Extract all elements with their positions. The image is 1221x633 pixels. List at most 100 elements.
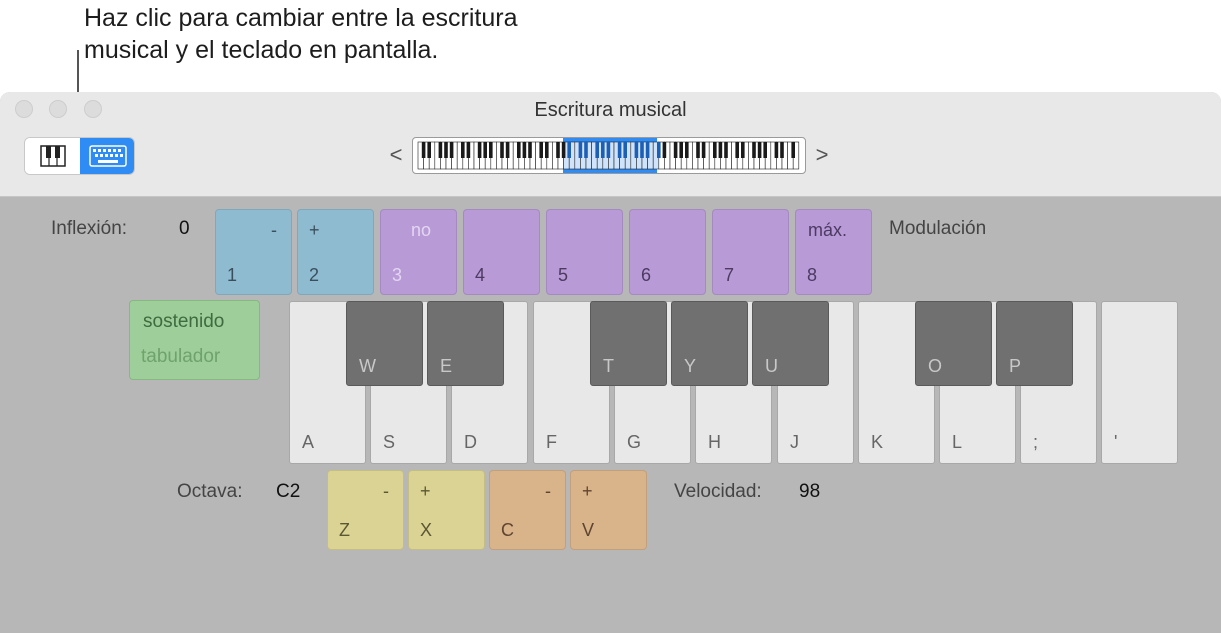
key-label: T [603, 356, 614, 376]
piano-keyboard-mode-button[interactable] [25, 138, 80, 174]
mini-black-key [595, 142, 599, 158]
pad-top-label: + [582, 481, 593, 501]
mini-black-key [741, 142, 745, 158]
pad-key-label: Z [339, 520, 350, 540]
mini-black-key [522, 142, 527, 158]
modulation-pad-4[interactable]: 4 [463, 209, 540, 295]
mini-black-key [780, 142, 784, 158]
pad-top-label: + [420, 481, 431, 501]
pitch-bend-label: Inflexión: [51, 218, 128, 239]
pad-key-label: 4 [475, 265, 486, 285]
mini-black-key [584, 142, 588, 158]
range-prev-button[interactable]: < [388, 142, 404, 168]
pitch-up-pad[interactable]: + 2 [297, 209, 374, 295]
pad-top-label: - [383, 481, 389, 501]
mini-black-key [578, 142, 583, 158]
key-label: L [952, 432, 963, 452]
mini-black-key [556, 142, 560, 158]
black-key-o[interactable]: O [915, 301, 992, 386]
mini-black-key [528, 142, 532, 158]
key-label: Y [684, 356, 697, 376]
black-key-y[interactable]: Y [671, 301, 748, 386]
mini-black-key [752, 142, 756, 158]
mini-black-key [673, 142, 678, 158]
mini-black-key [701, 142, 706, 158]
modulation-pad-5[interactable]: 5 [546, 209, 623, 295]
black-key-u[interactable]: U [752, 301, 829, 386]
key-label: K [871, 432, 884, 452]
velocity-value: 98 [799, 481, 821, 502]
pad-key-label: 5 [558, 265, 569, 285]
musical-typing-panel: Inflexión: 0 - 1 + 2 no 3 4 5 6 7 máx. 8 [0, 197, 1221, 633]
piano-icon [39, 145, 66, 167]
mini-black-key [601, 142, 605, 158]
sustain-key-label: tabulador [141, 346, 221, 367]
mini-black-key [634, 142, 639, 158]
mini-black-key [713, 142, 717, 158]
range-next-button[interactable]: > [814, 142, 830, 168]
mini-black-key [763, 142, 767, 158]
velocity-up-pad[interactable]: + V [570, 470, 647, 550]
pad-key-label: X [420, 520, 433, 540]
velocity-label: Velocidad: [674, 481, 762, 502]
key-label: W [359, 356, 376, 376]
white-key-apostrophe[interactable]: ' [1101, 301, 1178, 464]
black-key-e[interactable]: E [427, 301, 504, 386]
modulation-pad-6[interactable]: 6 [629, 209, 706, 295]
mini-black-key [567, 142, 571, 158]
black-key-t[interactable]: T [590, 301, 667, 386]
mini-black-key [640, 142, 644, 158]
callout-line-2: musical y el teclado en pantalla. [84, 36, 439, 64]
pitch-down-pad[interactable]: - 1 [215, 209, 292, 295]
mini-black-key [735, 142, 739, 158]
pad-key-label: C [501, 520, 514, 540]
key-label: D [464, 432, 477, 452]
modulation-label: Modulación [889, 218, 987, 239]
mini-black-key [505, 142, 510, 158]
pad-key-label: 1 [227, 265, 238, 285]
black-key-p[interactable]: P [996, 301, 1073, 386]
pad-key-label: V [582, 520, 595, 540]
modulation-max-pad[interactable]: máx. 8 [795, 209, 872, 295]
mini-black-key [561, 142, 566, 158]
mini-black-key [427, 142, 431, 158]
mini-black-key [477, 142, 482, 158]
octave-down-pad[interactable]: - Z [327, 470, 404, 550]
mini-black-key [679, 142, 683, 158]
octave-value: C2 [276, 481, 301, 502]
key-label: G [627, 432, 642, 452]
mini-black-key [539, 142, 543, 158]
key-label: U [765, 356, 778, 376]
mini-black-key [545, 142, 549, 158]
pad-top-label: no [411, 220, 432, 240]
pad-key-label: 7 [724, 265, 735, 285]
callout-text: Haz clic para cambiar entre la escritura… [84, 2, 644, 66]
musical-typing-mode-button[interactable] [80, 138, 134, 174]
key-label: ; [1033, 432, 1039, 452]
sustain-label: sostenido [143, 311, 225, 332]
mini-black-key [617, 142, 622, 158]
key-label: O [928, 356, 943, 376]
mini-black-key [685, 142, 689, 158]
mini-black-key [657, 142, 661, 158]
title-bar: Escritura musical < > [0, 92, 1221, 197]
key-label: E [440, 356, 453, 376]
mini-black-key [718, 142, 723, 158]
pad-key-label: 3 [392, 265, 403, 285]
sustain-key[interactable]: sostenido tabulador [129, 300, 260, 380]
mini-black-key [623, 142, 627, 158]
mini-black-key [444, 142, 448, 158]
mini-black-key [791, 142, 795, 158]
black-key-w[interactable]: W [346, 301, 423, 386]
modulation-pad-7[interactable]: 7 [712, 209, 789, 295]
mini-keyboard-overview [417, 138, 800, 173]
modulation-off-pad[interactable]: no 3 [380, 209, 457, 295]
mini-black-key [500, 142, 504, 158]
mini-black-key [724, 142, 728, 158]
octave-label: Octava: [177, 481, 243, 502]
mini-black-key [466, 142, 471, 158]
velocity-down-pad[interactable]: - C [489, 470, 566, 550]
mini-black-key [489, 142, 493, 158]
keyboard-range-selector[interactable] [412, 137, 806, 174]
octave-up-pad[interactable]: + X [408, 470, 485, 550]
